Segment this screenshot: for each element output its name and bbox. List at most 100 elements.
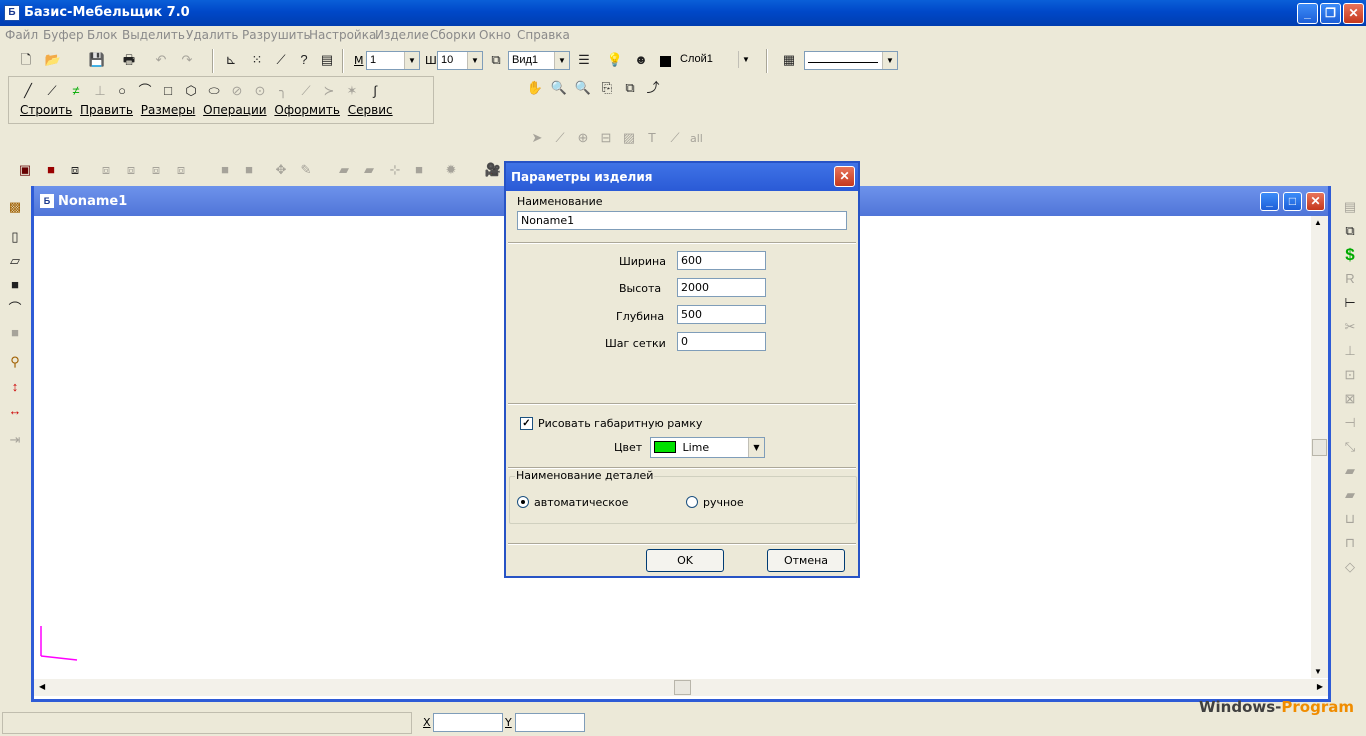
shade2-icon[interactable]: ■ — [238, 159, 260, 181]
palette-icon[interactable]: ▦ — [778, 49, 800, 71]
minimize-button[interactable]: _ — [1297, 3, 1318, 24]
bisector-icon[interactable]: ≻ — [318, 80, 340, 102]
menu-delete[interactable]: Удалить — [186, 28, 239, 42]
tab-dims[interactable]: Размеры — [141, 103, 196, 117]
menu-settings[interactable]: Настройка — [309, 28, 376, 42]
views-icon[interactable]: ⧉ — [485, 49, 507, 71]
zoom-out-icon[interactable]: 🔍 — [572, 77, 594, 99]
vertical-scroll-thumb[interactable] — [1312, 439, 1327, 456]
doc-close-button[interactable]: ✕ — [1306, 192, 1325, 211]
circle3-icon[interactable]: ⊙ — [249, 80, 271, 102]
depth-field[interactable]: 500 — [677, 305, 766, 324]
box-icon[interactable]: ⊔ — [1339, 508, 1361, 530]
solid-3d-icon[interactable]: ■ — [40, 159, 62, 181]
box-iso-icon[interactable]: ⧈ — [170, 159, 192, 181]
properties-icon[interactable]: ▤ — [316, 49, 338, 71]
y-coordinate-field[interactable] — [515, 713, 585, 732]
fitting-icon[interactable]: ⚲ — [4, 351, 26, 373]
redo-icon[interactable]: ↷ — [176, 49, 198, 71]
polyline-icon[interactable]: ⟋ — [41, 80, 63, 102]
menu-window[interactable]: Окно — [479, 28, 511, 42]
frame-checkbox[interactable]: ✓ — [520, 417, 533, 430]
menu-assembly[interactable]: Сборки — [430, 28, 476, 42]
polygon-icon[interactable]: ⬡ — [180, 80, 202, 102]
groove-icon[interactable]: ⊥ — [1339, 340, 1361, 362]
grid-step-field[interactable]: 0 — [677, 332, 766, 351]
axes-icon[interactable]: ⊾ — [220, 49, 242, 71]
menu-select[interactable]: Выделить — [122, 28, 185, 42]
camera-icon[interactable]: 🎥 — [482, 159, 504, 181]
ortho-icon[interactable]: ⟋ — [270, 49, 292, 71]
zoom-in-icon[interactable]: 🔍 — [548, 77, 570, 99]
scroll-left-icon[interactable]: ◀ — [39, 682, 45, 691]
drawer-icon[interactable]: ⊓ — [1339, 532, 1361, 554]
height-field[interactable]: 2000 — [677, 278, 766, 297]
snap-all-label[interactable]: all — [690, 132, 703, 145]
rectangle-icon[interactable]: □ — [157, 80, 179, 102]
snap-hatch-icon[interactable]: ▨ — [618, 127, 640, 149]
cut-icon[interactable]: ✂ — [1339, 316, 1361, 338]
drill-icon[interactable]: ⊠ — [1339, 388, 1361, 410]
arc-icon[interactable]: ⌒ — [134, 80, 156, 102]
linetype-select[interactable]: ▼ — [804, 51, 898, 70]
tab-edit[interactable]: Править — [80, 103, 133, 117]
tray-icon[interactable]: ◇ — [1339, 556, 1361, 578]
bent-panel-icon[interactable]: ⌒ — [4, 298, 26, 320]
tab-build[interactable]: Строить — [20, 103, 72, 117]
perpendicular-icon[interactable]: ⊥ — [89, 80, 111, 102]
panel-3d-icon[interactable]: ▣ — [14, 159, 36, 181]
menu-explode[interactable]: Разрушить — [242, 28, 311, 42]
front-panel-icon[interactable]: ■ — [4, 274, 26, 296]
horizontal-scrollbar[interactable]: ◀ ▶ — [34, 679, 1328, 696]
box-top-icon[interactable]: ⧈ — [145, 159, 167, 181]
view-select[interactable]: Вид1 ▼ — [508, 51, 570, 70]
color-select[interactable]: Lime ▼ — [650, 437, 765, 458]
tab-ops[interactable]: Операции — [203, 103, 266, 117]
zoom-all-icon[interactable]: ⧉ — [619, 77, 641, 99]
texture-icon[interactable]: ■ — [408, 159, 430, 181]
menu-block[interactable]: Блок — [87, 28, 118, 42]
wire-3d-icon[interactable]: ⧈ — [64, 159, 86, 181]
lock-icon[interactable]: ☻ — [630, 49, 652, 71]
vertical-scrollbar[interactable]: ▲ ▼ — [1311, 216, 1328, 678]
grid-icon[interactable]: ⁙ — [246, 49, 268, 71]
line-icon[interactable]: ╱ — [17, 80, 39, 102]
shaped-panel-icon[interactable]: ■ — [4, 322, 26, 344]
open-file-icon[interactable]: 📂 — [42, 49, 64, 71]
auto-radio[interactable] — [517, 496, 529, 508]
horizontal-scroll-thumb[interactable] — [674, 680, 691, 695]
tangent-icon[interactable]: ⊘ — [226, 80, 248, 102]
step-select[interactable]: 10 ▼ — [437, 51, 483, 70]
tab-service[interactable]: Сервис — [348, 103, 393, 117]
tab-format[interactable]: Оформить — [274, 103, 340, 117]
light-icon[interactable]: ✹ — [440, 159, 462, 181]
x-coordinate-field[interactable] — [433, 713, 503, 732]
menu-file[interactable]: Файл — [5, 28, 38, 42]
layers-icon[interactable]: ☰ — [573, 49, 595, 71]
shelf2-icon[interactable]: ▰ — [1339, 484, 1361, 506]
box-front-icon[interactable]: ⧈ — [95, 159, 117, 181]
print-icon[interactable]: 🖶 — [118, 49, 140, 71]
manual-radio[interactable] — [686, 496, 698, 508]
rotate-icon[interactable]: ✥ — [270, 159, 292, 181]
attach-icon[interactable]: ⇥ — [4, 429, 26, 451]
menu-product[interactable]: Изделие — [375, 28, 429, 42]
scroll-up-icon[interactable]: ▲ — [1314, 218, 1322, 227]
circle-icon[interactable]: ○ — [111, 80, 133, 102]
fillet-icon[interactable]: ╮ — [272, 80, 294, 102]
close-button[interactable]: ✕ — [1343, 3, 1364, 24]
shade-icon[interactable]: ■ — [214, 159, 236, 181]
name-field[interactable]: Noname1 — [517, 211, 847, 230]
snap-end-icon[interactable]: ⟋ — [664, 127, 686, 149]
assembly-icon[interactable]: ▩ — [4, 196, 26, 218]
r-icon[interactable]: R — [1339, 268, 1361, 290]
chamfer-icon[interactable]: ⟋ — [295, 80, 317, 102]
scale-select[interactable]: 1 ▼ — [366, 51, 420, 70]
snap-text-icon[interactable]: T — [641, 127, 663, 149]
edge-icon[interactable]: ⊢ — [1339, 292, 1361, 314]
spline-icon[interactable]: ∫ — [364, 80, 386, 102]
menu-buffer[interactable]: Буфер — [43, 28, 84, 42]
join-icon[interactable]: ⊣ — [1339, 412, 1361, 434]
help-icon[interactable]: ? — [293, 49, 315, 71]
menu-help[interactable]: Справка — [517, 28, 570, 42]
